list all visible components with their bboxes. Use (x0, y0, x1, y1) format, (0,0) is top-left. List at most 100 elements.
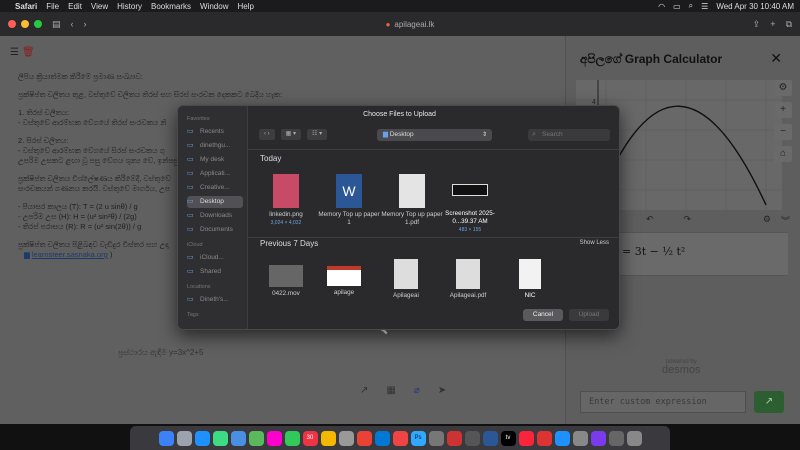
maps-icon[interactable] (248, 430, 264, 446)
menu-help[interactable]: Help (237, 2, 253, 11)
back-forward-button[interactable]: ‹ › (259, 129, 275, 140)
menu-window[interactable]: Window (200, 2, 228, 11)
app-icon[interactable] (392, 430, 408, 446)
sidebar-item[interactable]: ▭ Downloads (187, 210, 243, 222)
appletv-icon[interactable]: tv (500, 430, 516, 446)
vscode-icon[interactable] (374, 430, 390, 446)
control-center-icon[interactable]: ☰ (701, 2, 708, 11)
menu-history[interactable]: History (117, 2, 142, 11)
music-icon[interactable] (518, 430, 534, 446)
app-icon[interactable] (590, 430, 606, 446)
file-item[interactable]: Screenshot 2025-0...39.37 AM 483 × 155 (438, 174, 502, 234)
calculator-icon[interactable]: ▦ (386, 386, 395, 396)
file-item[interactable]: NIC (498, 259, 562, 300)
back-icon[interactable]: ‹ (71, 19, 74, 29)
menu-datetime[interactable]: Wed Apr 30 10:40 AM (716, 2, 794, 11)
photoshop-icon[interactable]: Ps (410, 430, 426, 446)
sidebar-item[interactable]: ▭ Desktop (187, 196, 243, 208)
word-icon[interactable] (482, 430, 498, 446)
send-icon[interactable]: ➤ (438, 386, 446, 396)
sidebar-item[interactable]: ▭ Documents (187, 224, 243, 236)
finder-icon[interactable] (158, 430, 174, 446)
file-item[interactable]: Apilageai.pdf (436, 259, 500, 300)
search-placeholder: Search (542, 131, 563, 138)
chrome-icon[interactable] (356, 430, 372, 446)
close-window-button[interactable] (8, 20, 16, 28)
plot-button[interactable]: ↗ (754, 391, 784, 413)
new-tab-icon[interactable]: + (770, 19, 775, 30)
reminders-icon[interactable] (338, 430, 354, 446)
app-icon[interactable] (446, 430, 462, 446)
show-less-button[interactable]: Show Less (580, 240, 609, 246)
calendar-icon[interactable]: 30 (302, 430, 318, 446)
home-icon[interactable]: ⌂ (774, 146, 792, 162)
address-bar[interactable]: ● apilageai.lk (360, 17, 460, 31)
file-item[interactable]: Apilageai (374, 259, 438, 300)
custom-expression-input[interactable]: Enter custom expression (580, 391, 746, 413)
menu-icon[interactable]: ☰ (10, 48, 19, 58)
undo-icon[interactable]: ↶ (646, 214, 654, 225)
sidebar-toggle-icon[interactable]: ▤ (52, 19, 61, 30)
dialog-search-field[interactable]: ⌕ Search (528, 129, 610, 141)
wrench-icon[interactable]: ⚙ (774, 80, 792, 96)
sidebar-item[interactable]: ▭ Dineth's... (187, 294, 243, 306)
app-icon[interactable] (536, 430, 552, 446)
view-group-button[interactable]: ☷ ▾ (307, 129, 328, 140)
wifi-icon[interactable]: ◠ (658, 2, 665, 11)
settings-icon[interactable]: ⚙ (763, 214, 771, 227)
zoom-window-button[interactable] (34, 20, 42, 28)
app-icon[interactable] (428, 430, 444, 446)
chart-icon: ↗ (764, 396, 774, 407)
file-item[interactable]: Memory Top up paper 1.pdf (380, 174, 444, 227)
attachment-icon[interactable]: ⌀ (414, 386, 420, 396)
messages-icon[interactable] (212, 430, 228, 446)
view-grid-button[interactable]: ▦ ▾ (280, 129, 302, 140)
menu-edit[interactable]: Edit (68, 2, 82, 11)
file-item[interactable]: W Memory Top up paper 1 (317, 174, 381, 227)
sidebar-item[interactable]: ▭ Creative... (187, 182, 243, 194)
dialog-nav: ‹ › ▦ ▾ ☷ ▾ (259, 129, 328, 140)
source-link[interactable]: learnsteer.sasnaka.org (32, 250, 108, 259)
photos-icon[interactable] (266, 430, 282, 446)
redo-icon[interactable]: ↷ (684, 214, 692, 225)
zoom-in-icon[interactable]: + (774, 102, 792, 118)
cancel-button[interactable]: Cancel (523, 309, 563, 321)
close-icon[interactable]: ✕ (770, 50, 782, 67)
share-icon[interactable]: ⇪ (753, 19, 761, 30)
menu-view[interactable]: View (91, 2, 108, 11)
location-popup[interactable]: ▆ Desktop ⇕ (377, 129, 492, 141)
file-item[interactable]: apilage (312, 259, 376, 297)
facetime-icon[interactable] (284, 430, 300, 446)
file-item[interactable]: linkedin.png 3,024 × 4,032 (254, 174, 318, 227)
upload-button[interactable]: Upload (569, 309, 609, 321)
downloads-icon[interactable] (608, 430, 624, 446)
trash-icon[interactable] (626, 430, 642, 446)
sidebar-item[interactable]: ▭ iCloud... (187, 252, 243, 264)
launchpad-icon[interactable] (176, 430, 192, 446)
search-icon[interactable]: ⌕ (689, 1, 693, 11)
menu-app-name[interactable]: Safari (15, 2, 37, 11)
tab-overview-icon[interactable]: ⧉ (786, 19, 792, 30)
notes-icon[interactable] (320, 430, 336, 446)
battery-icon[interactable]: ▭ (673, 2, 681, 11)
appstore-icon[interactable] (554, 430, 570, 446)
sidebar-item[interactable]: ▭ dinethgu... (187, 140, 243, 152)
sidebar-item[interactable]: ▭ My desk (187, 154, 243, 166)
app-icon[interactable] (464, 430, 480, 446)
desmos-branding: powered by desmos (662, 358, 701, 376)
menu-file[interactable]: File (46, 2, 59, 11)
file-item[interactable]: 0422.mov (254, 259, 318, 298)
collapse-icon[interactable]: ︾ (781, 214, 790, 227)
sidebar-item[interactable]: ▭ Shared (187, 266, 243, 278)
chart-icon[interactable]: ↗ (360, 386, 368, 396)
settings-icon[interactable] (572, 430, 588, 446)
minimize-window-button[interactable] (21, 20, 29, 28)
sidebar-item[interactable]: ▭ Recents (187, 126, 243, 138)
mail-icon[interactable] (230, 430, 246, 446)
menu-bookmarks[interactable]: Bookmarks (151, 2, 191, 11)
trash-icon[interactable]: 🗑 (22, 48, 35, 58)
safari-icon[interactable] (194, 430, 210, 446)
sidebar-item[interactable]: ▭ Applicati... (187, 168, 243, 180)
forward-icon[interactable]: › (84, 19, 87, 29)
zoom-out-icon[interactable]: − (774, 124, 792, 140)
